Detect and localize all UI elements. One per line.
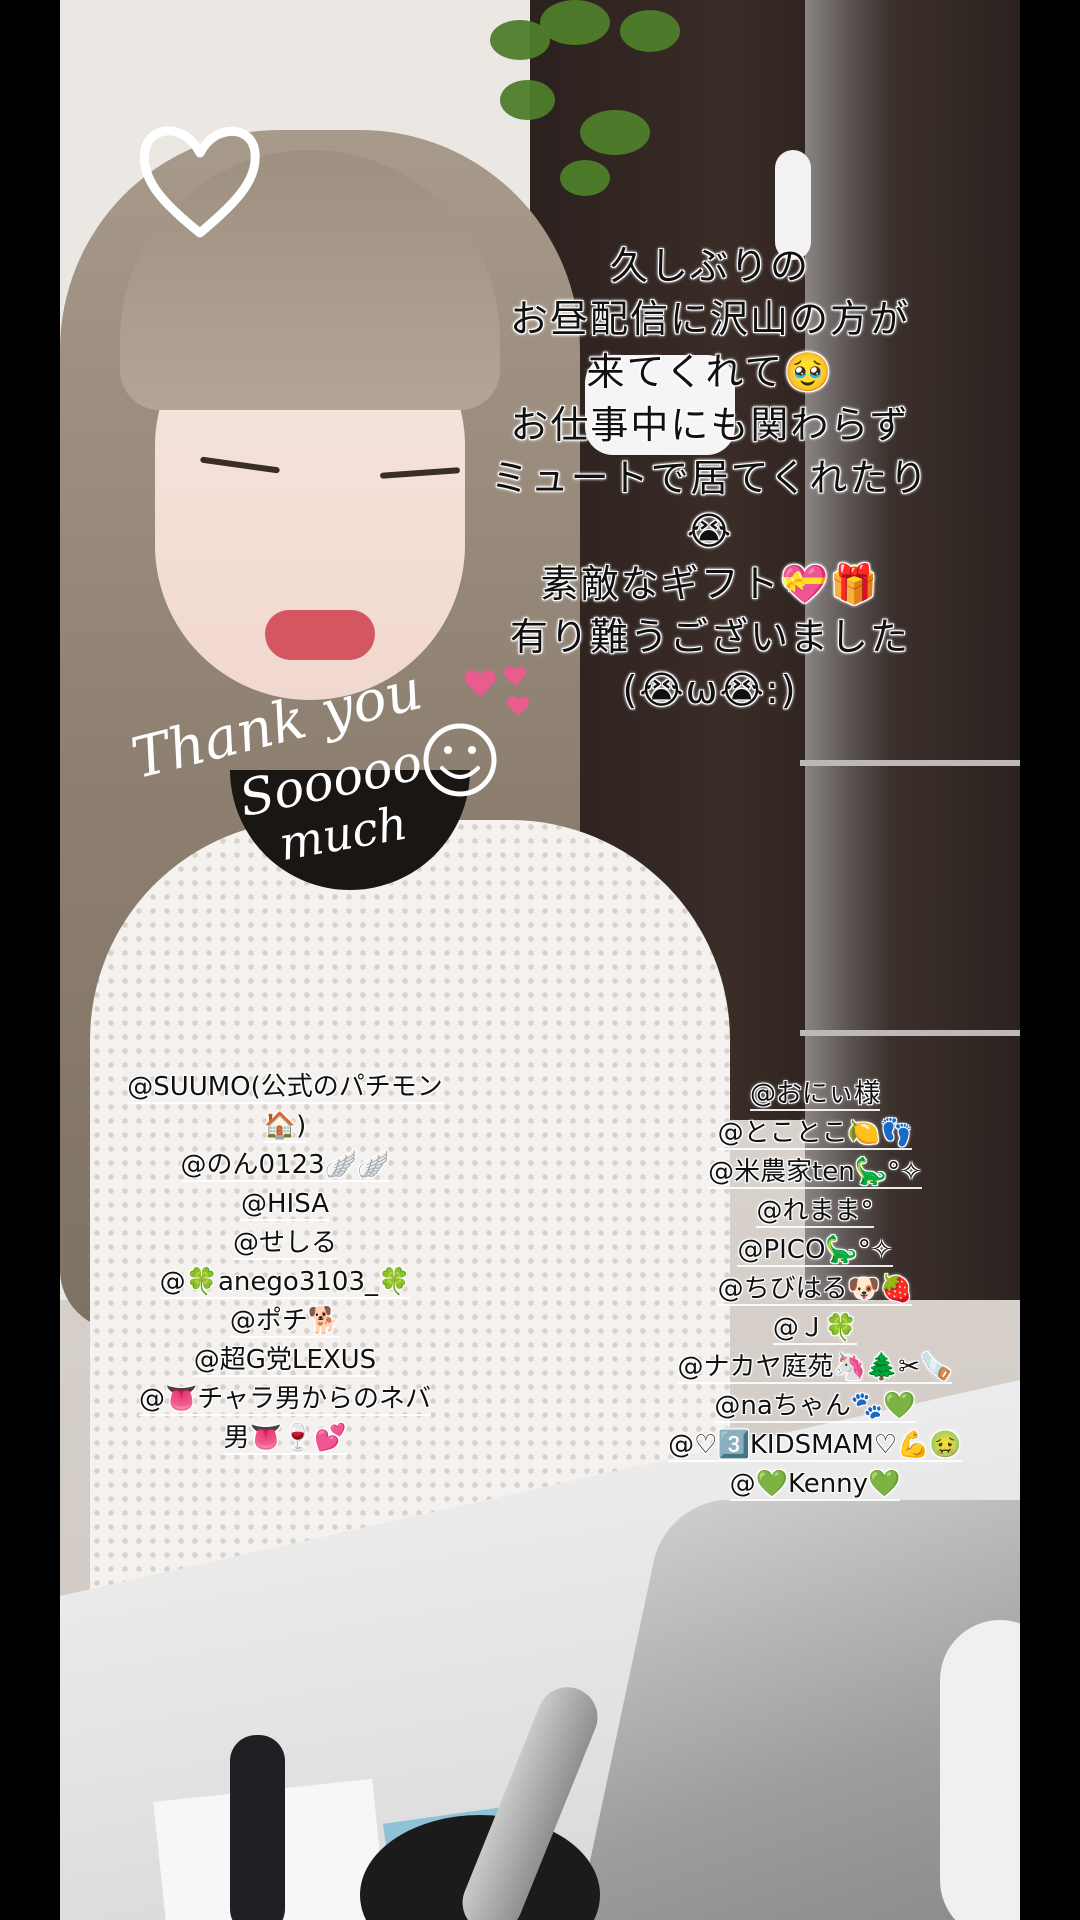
mention-item: @PICO🦕°✧ (737, 1235, 893, 1267)
message-line: 有り難うございました (509, 615, 910, 659)
mention-item: @おにぃ様 (749, 1079, 880, 1111)
message-line: (😭ω😭:) (622, 668, 798, 712)
mention-item: @naちゃん🐾💚 (714, 1391, 916, 1423)
mention-item: @ポチ🐕 (229, 1306, 341, 1338)
mention-item: @👅チャラ男からのネバ (138, 1384, 432, 1416)
smiley-icon (423, 723, 497, 797)
message-line: お昼配信に沢山の方が (509, 297, 910, 341)
knife-handle (230, 1735, 285, 1920)
plant-leaf (540, 0, 610, 45)
mention-item: @のん0123🪽🪽 (180, 1150, 390, 1182)
message-line: 来てくれて🥹 (586, 350, 834, 394)
mention-item: @🍀anego3103_🍀 (159, 1267, 411, 1299)
mention-item: @れまま° (756, 1196, 874, 1228)
plant-leaf (580, 110, 650, 155)
mention-item: @Ｊ🍀 (772, 1313, 858, 1345)
mention-item: @超G党LEXUS (193, 1345, 377, 1377)
main-message: 久しぶりの お昼配信に沢山の方が 来てくれて🥹 お仕事中にも関わらず ミュートで… (440, 240, 980, 717)
mentions-left: @SUUMO(公式のパチモン 🏠) @のん0123🪽🪽 @HISA @せしる @… (90, 1068, 480, 1458)
fridge-handle-line (800, 1030, 1020, 1036)
mentions-right: @おにぃ様 @とことこ🍋👣 @米農家ten🦕°✧ @れまま° @PICO🦕°✧ … (640, 1075, 990, 1504)
mention-item: @せしる (232, 1228, 337, 1260)
message-line: 素敵なギフト💝🎁 (540, 562, 880, 606)
mention-item: 🏠) (263, 1111, 307, 1143)
mention-item: @HISA (241, 1189, 329, 1221)
plant-leaf (560, 160, 610, 196)
bowl (940, 1620, 1020, 1920)
mention-item: @SUUMO(公式のパチモン (127, 1072, 443, 1104)
mention-item: @💚Kenny💚 (729, 1469, 901, 1501)
message-line: ミュートで居てくれたり (490, 456, 930, 500)
mention-item: 男👅🍷💕 (223, 1423, 347, 1455)
message-line: お仕事中にも関わらず (510, 403, 910, 447)
mention-item: @とことこ🍋👣 (717, 1118, 913, 1150)
mention-item: @ちびはる🐶🍓 (717, 1274, 913, 1306)
mention-item: @ナカヤ庭苑🦄🌲✂🪚 (677, 1352, 953, 1384)
heart-outline-icon (139, 126, 260, 238)
message-line: 久しぶりの (609, 244, 810, 288)
mention-item: @米農家ten🦕°✧ (708, 1157, 922, 1189)
message-line: 😭 (686, 509, 734, 553)
mention-item: @♡3️⃣KIDSMAM♡💪🤢 (668, 1430, 962, 1462)
fridge-handle-line (800, 760, 1020, 766)
plant-leaf (500, 80, 555, 120)
plant-leaf (620, 10, 680, 52)
